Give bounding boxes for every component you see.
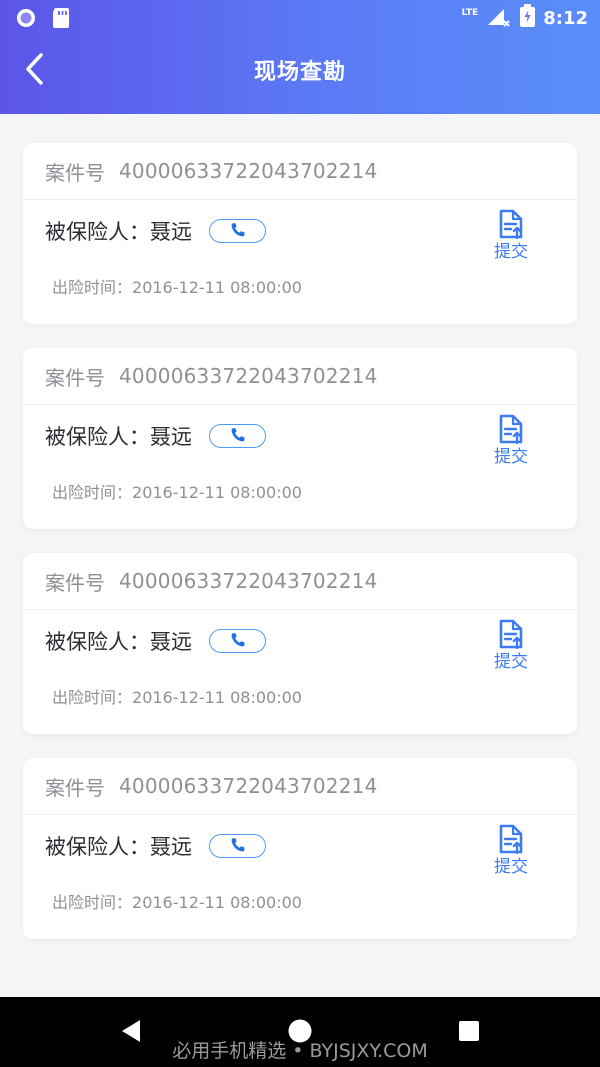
case-number-label: 案件号 [45, 570, 105, 595]
insured-label: 被保险人： [45, 630, 150, 654]
accident-time-row: 出险时间：2016-12-11 08:00:00 [52, 889, 302, 913]
case-list: 案件号 40000633722043702214 被保险人： 聂远 出险时间：2… [23, 143, 577, 963]
nav-back-button[interactable] [118, 1018, 144, 1044]
submit-label: 提交 [494, 242, 528, 262]
case-number: 40000633722043702214 [119, 774, 378, 798]
document-upload-icon [498, 209, 524, 240]
submit-button[interactable]: 提交 [492, 619, 530, 675]
case-number-label: 案件号 [45, 775, 105, 800]
status-bar: LTE 8:12 [0, 0, 600, 36]
home-circle-icon [287, 1019, 313, 1048]
recents-square-icon [456, 1021, 482, 1048]
network-type: LTE [461, 7, 479, 18]
call-button[interactable] [209, 219, 266, 243]
app-screen: LTE 8:12 现场查勘 案件号 40000633722043702214 被… [0, 0, 600, 1067]
accident-time: 2016-12-11 08:00:00 [132, 483, 302, 502]
submit-button[interactable]: 提交 [492, 209, 530, 265]
case-header: 案件号 40000633722043702214 [23, 143, 577, 200]
sd-card-icon [52, 8, 72, 28]
status-indicators: LTE 8:12 [461, 4, 588, 32]
case-number-label: 案件号 [45, 160, 105, 185]
notification-circle-icon [16, 8, 36, 28]
case-number-label: 案件号 [45, 365, 105, 390]
submit-label: 提交 [494, 447, 528, 467]
call-button[interactable] [209, 424, 266, 448]
insured-name: 聂远 [150, 425, 192, 449]
nav-home-button[interactable] [287, 1018, 313, 1044]
accident-time-label: 出险时间： [52, 893, 133, 912]
title-bar: 现场查勘 [0, 36, 600, 104]
case-card: 案件号 40000633722043702214 被保险人： 聂远 出险时间：2… [23, 553, 577, 734]
accident-time-row: 出险时间：2016-12-11 08:00:00 [52, 274, 302, 298]
accident-time-label: 出险时间： [52, 278, 133, 297]
case-number: 40000633722043702214 [119, 364, 378, 388]
accident-time-label: 出险时间： [52, 688, 133, 707]
document-upload-icon [498, 824, 524, 855]
phone-icon [230, 424, 246, 448]
accident-time: 2016-12-11 08:00:00 [132, 278, 302, 297]
document-upload-icon [498, 619, 524, 650]
insured-name: 聂远 [150, 835, 192, 859]
nav-recents-button[interactable] [456, 1018, 482, 1044]
insured-name: 聂远 [150, 220, 192, 244]
status-time: 8:12 [543, 7, 588, 29]
insured-row: 被保险人： 聂远 [45, 831, 266, 861]
accident-time: 2016-12-11 08:00:00 [132, 893, 302, 912]
case-number: 40000633722043702214 [119, 569, 378, 593]
submit-label: 提交 [494, 857, 528, 877]
case-header: 案件号 40000633722043702214 [23, 758, 577, 815]
case-card: 案件号 40000633722043702214 被保险人： 聂远 出险时间：2… [23, 143, 577, 324]
insured-label: 被保险人： [45, 835, 150, 859]
submit-button[interactable]: 提交 [492, 414, 530, 470]
phone-icon [230, 629, 246, 653]
case-header: 案件号 40000633722043702214 [23, 348, 577, 405]
phone-icon [230, 834, 246, 858]
call-button[interactable] [209, 629, 266, 653]
phone-icon [230, 219, 246, 243]
case-header: 案件号 40000633722043702214 [23, 553, 577, 610]
case-number: 40000633722043702214 [119, 159, 378, 183]
insured-row: 被保险人： 聂远 [45, 421, 266, 451]
accident-time-row: 出险时间：2016-12-11 08:00:00 [52, 684, 302, 708]
signal-icon [486, 5, 512, 32]
call-button[interactable] [209, 834, 266, 858]
system-navigation-bar [0, 997, 600, 1067]
accident-time-label: 出险时间： [52, 483, 133, 502]
submit-label: 提交 [494, 652, 528, 672]
back-triangle-icon [118, 1020, 144, 1048]
page-title: 现场查勘 [253, 60, 346, 85]
insured-label: 被保险人： [45, 220, 150, 244]
insured-name: 聂远 [150, 630, 192, 654]
case-card: 案件号 40000633722043702214 被保险人： 聂远 出险时间：2… [23, 348, 577, 529]
app-header: LTE 8:12 现场查勘 [0, 0, 600, 114]
case-card: 案件号 40000633722043702214 被保险人： 聂远 出险时间：2… [23, 758, 577, 939]
battery-icon [520, 4, 536, 32]
insured-row: 被保险人： 聂远 [45, 216, 266, 246]
accident-time-row: 出险时间：2016-12-11 08:00:00 [52, 479, 302, 503]
accident-time: 2016-12-11 08:00:00 [132, 688, 302, 707]
submit-button[interactable]: 提交 [492, 824, 530, 880]
insured-label: 被保险人： [45, 425, 150, 449]
document-upload-icon [498, 414, 524, 445]
insured-row: 被保险人： 聂远 [45, 626, 266, 656]
